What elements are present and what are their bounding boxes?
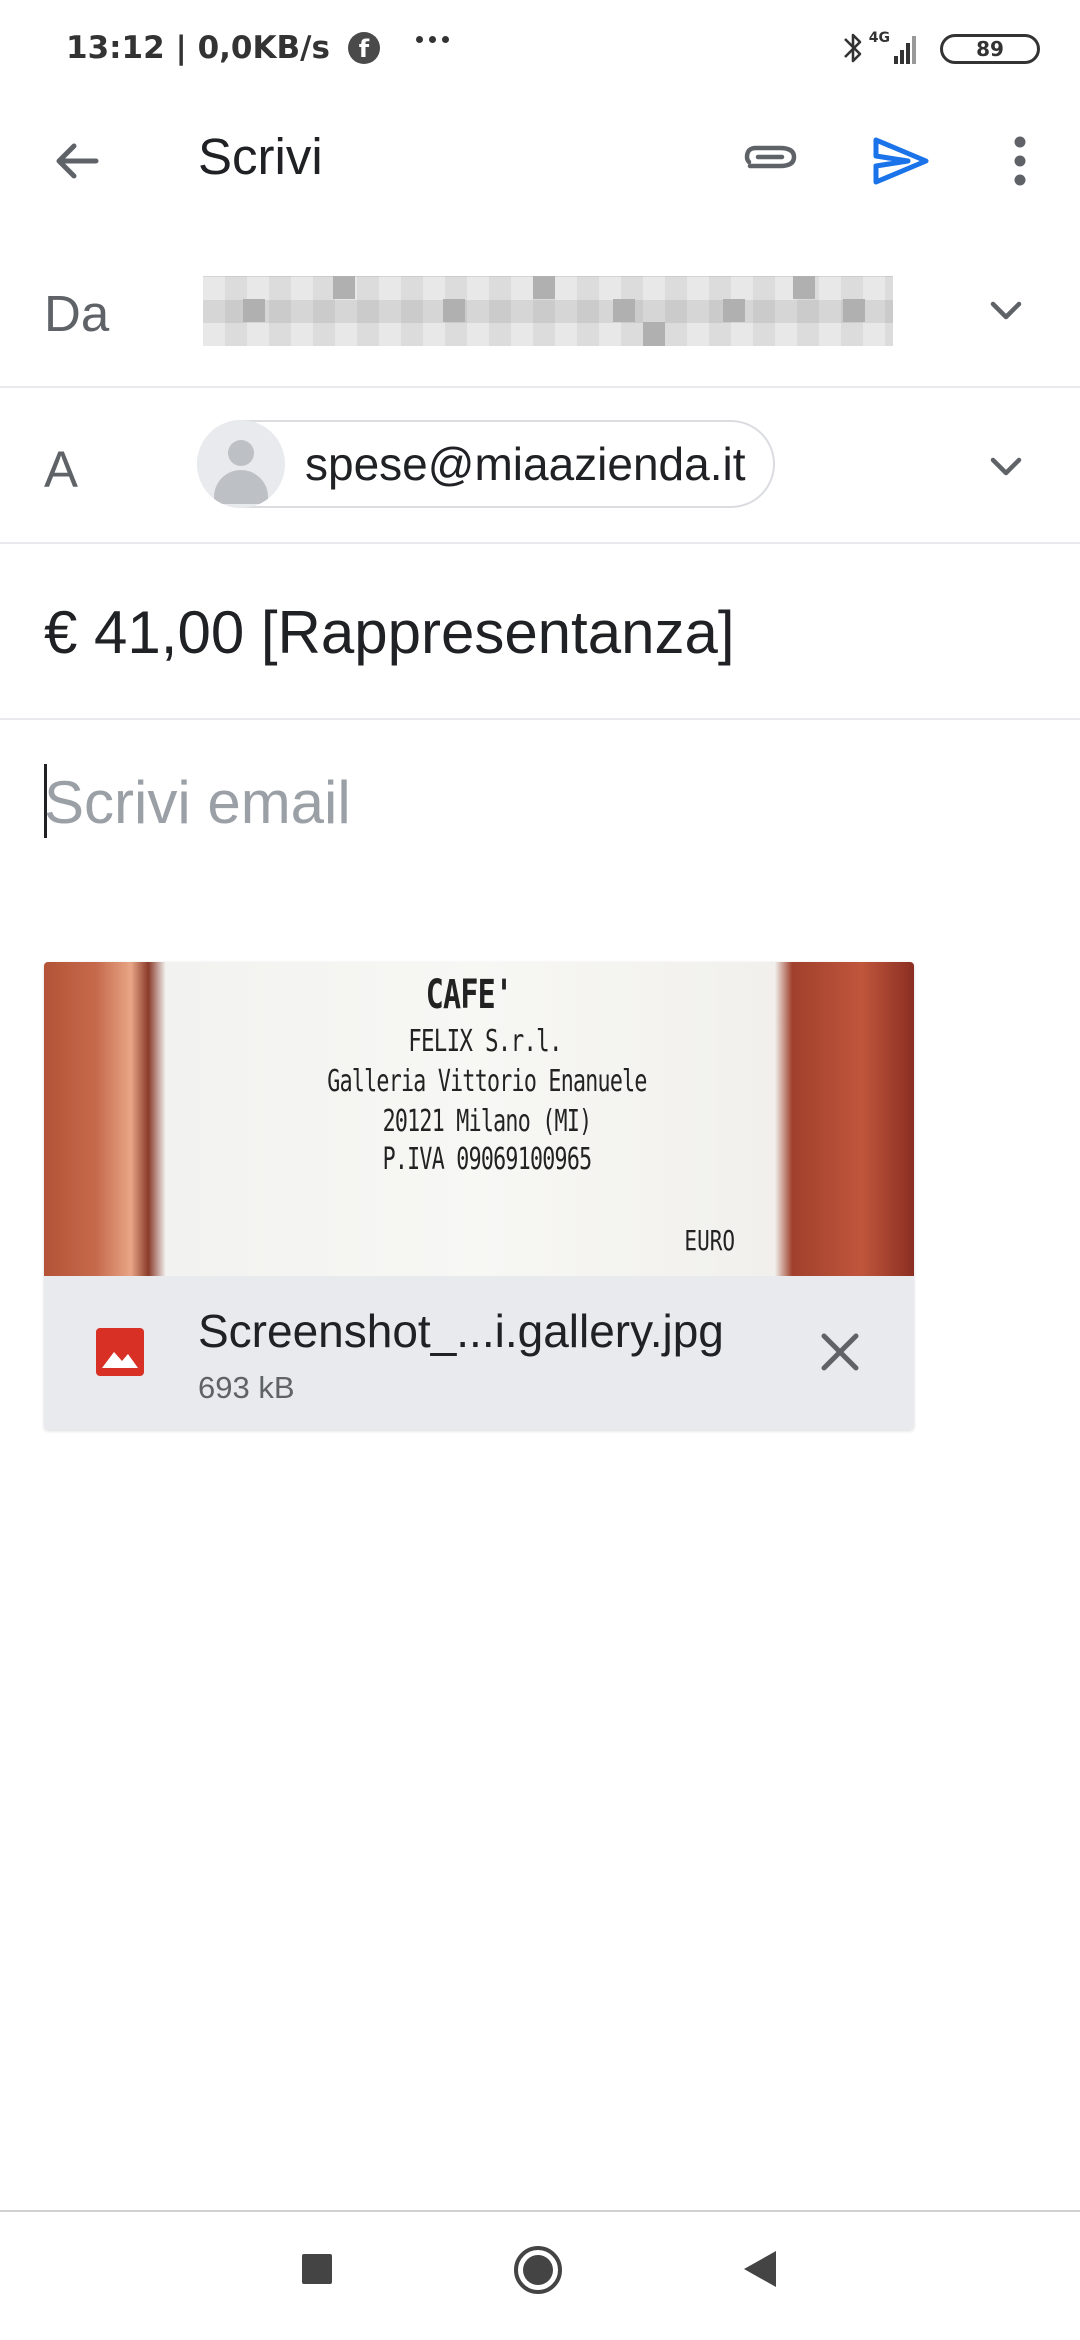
to-field-row[interactable]: A spese@miaazienda.it (0, 388, 1080, 544)
facebook-icon: f (348, 32, 380, 64)
from-label: Da (44, 285, 110, 342)
image-file-icon (96, 1328, 144, 1376)
chevron-down-icon[interactable] (976, 280, 1036, 340)
bluetooth-icon (844, 33, 862, 63)
receipt-line: FELIX S.r.l. (408, 1024, 562, 1059)
to-label: A (44, 441, 79, 498)
send-icon[interactable] (868, 128, 934, 194)
subject-text: € 41,00 [Rappresentanza] (44, 599, 735, 666)
more-dots-icon (416, 36, 449, 43)
status-bar: 13:12 | 0,0KB/s f 4G 89 (0, 0, 1080, 100)
compose-screen: 13:12 | 0,0KB/s f 4G 89 Scrivi Da A spes… (0, 0, 1080, 2340)
subject-field[interactable]: € 41,00 [Rappresentanza] (0, 544, 1080, 720)
receipt-image-text: CAFE' FELIX S.r.l. Galleria Vittorio Ena… (44, 962, 914, 1276)
from-address-redacted (203, 276, 893, 346)
home-circle-icon[interactable] (512, 2244, 564, 2296)
attachment-footer: Screenshot_...i.gallery.jpg 693 kB (44, 1276, 914, 1430)
battery-icon: 89 (940, 34, 1040, 64)
status-time: 13:12 | 0,0KB/s (66, 30, 330, 66)
app-bar: Scrivi (0, 100, 1080, 216)
attachment-file-name: Screenshot_...i.gallery.jpg (198, 1305, 724, 1357)
back-triangle-icon[interactable] (740, 2248, 780, 2290)
more-vert-icon[interactable] (1000, 128, 1040, 194)
paperclip-icon[interactable] (738, 128, 804, 194)
arrow-back-icon[interactable] (44, 128, 110, 194)
recipient-chip[interactable]: spese@miaazienda.it (197, 420, 776, 508)
recipient-email: spese@miaazienda.it (305, 438, 746, 490)
avatar (197, 420, 285, 508)
network-type: 4G (868, 30, 890, 46)
chevron-down-icon[interactable] (976, 436, 1036, 496)
receipt-line: Galleria Vittorio Enanuele (327, 1064, 647, 1099)
system-nav-bar (0, 2210, 1080, 2340)
recents-square-icon[interactable] (300, 2252, 334, 2286)
signal-icon (894, 36, 916, 64)
attachment-file-size: 693 kB (198, 1370, 295, 1405)
receipt-line: 20121 Milano (MI) (382, 1104, 593, 1139)
status-right-group: 4G 89 (780, 26, 1040, 74)
receipt-line: P.IVA 09069100965 (382, 1142, 593, 1177)
receipt-line: EURO (684, 1224, 736, 1257)
body-input[interactable]: Scrivi email (0, 720, 1080, 920)
close-icon[interactable] (812, 1324, 868, 1380)
body-placeholder: Scrivi email (44, 769, 351, 836)
attachment-preview-image[interactable]: CAFE' FELIX S.r.l. Galleria Vittorio Ena… (44, 962, 914, 1276)
from-field-row[interactable]: Da (0, 232, 1080, 388)
page-title: Scrivi (198, 128, 323, 185)
attachment-card[interactable]: CAFE' FELIX S.r.l. Galleria Vittorio Ena… (44, 962, 914, 1430)
receipt-line: CAFE' (425, 972, 513, 1018)
